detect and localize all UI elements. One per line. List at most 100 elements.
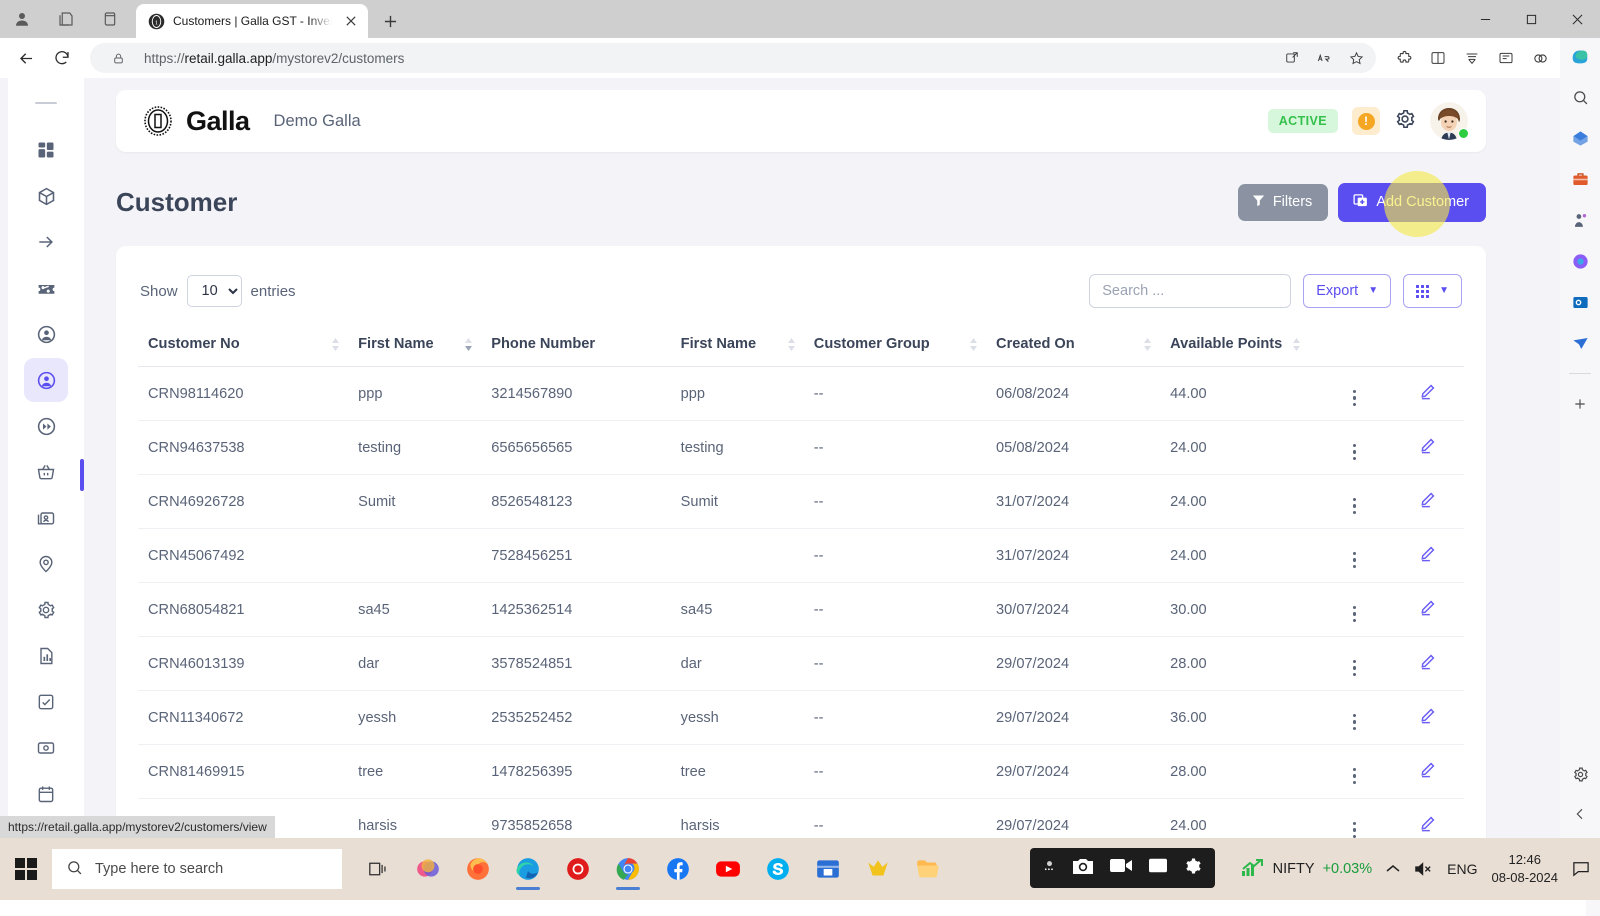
reload-button[interactable] xyxy=(46,42,78,74)
clock[interactable]: 12:46 08-08-2024 xyxy=(1492,851,1559,886)
extensions-icon[interactable] xyxy=(1388,42,1420,74)
sidebar-item-calendar[interactable] xyxy=(24,772,68,816)
screenshot-camera-icon[interactable] xyxy=(1071,856,1095,881)
firefox-icon[interactable] xyxy=(460,847,496,891)
tab-search-icon[interactable] xyxy=(44,0,88,38)
collections-icon[interactable] xyxy=(1456,42,1488,74)
table-row[interactable]: CRN46926728 Sumit 8526548123 Sumit -- 31/07/2… xyxy=(138,474,1464,529)
sidebar-item-fast-forward[interactable] xyxy=(24,404,68,448)
outlook-icon[interactable] xyxy=(1566,288,1594,316)
sidebar-collapse-handle[interactable] xyxy=(35,102,57,104)
edit-pencil-icon[interactable] xyxy=(1418,382,1437,405)
favorite-star-icon[interactable] xyxy=(1342,44,1370,72)
add-sidebar-app-icon[interactable] xyxy=(1566,390,1594,418)
table-row[interactable]: CRN94637538 testing 6565656565 testing -- 05/… xyxy=(138,420,1464,475)
table-row[interactable]: CRN81469915 tree 1478256395 tree -- 29/07/202… xyxy=(138,744,1464,799)
chrome-icon[interactable] xyxy=(610,847,646,891)
column-header-customer-no[interactable]: Customer No xyxy=(138,326,359,367)
edit-pencil-icon[interactable] xyxy=(1418,706,1437,729)
column-header-phone-number[interactable]: Phone Number xyxy=(491,326,681,367)
open-in-app-icon[interactable] xyxy=(1278,44,1306,72)
recorder-settings-small-icon[interactable] xyxy=(1042,858,1057,878)
table-row[interactable]: CRN98114620 ppp 3214567890 ppp -- 06/08/2024 4… xyxy=(138,366,1464,421)
row-menu-icon[interactable] xyxy=(1352,767,1357,784)
site-info-lock-icon[interactable] xyxy=(104,44,132,72)
shopping-icon[interactable] xyxy=(1566,124,1594,152)
page-size-select[interactable]: 10 xyxy=(186,275,242,307)
filters-button[interactable]: Filters xyxy=(1237,183,1329,221)
taskbar-search[interactable]: Type here to search xyxy=(52,849,342,889)
task-view-button[interactable] xyxy=(360,847,396,891)
export-button[interactable]: Export ▼ xyxy=(1303,274,1392,308)
split-screen-icon[interactable] xyxy=(1422,42,1454,74)
window-maximize-button[interactable] xyxy=(1508,0,1554,38)
row-menu-icon[interactable] xyxy=(1352,659,1357,676)
new-tab-button[interactable] xyxy=(374,5,406,37)
copilot-icon[interactable] xyxy=(1566,42,1594,70)
file-explorer-icon[interactable] xyxy=(910,847,946,891)
yellow-app-icon[interactable] xyxy=(860,847,896,891)
window-close-button[interactable] xyxy=(1554,0,1600,38)
table-row[interactable]: CRN46013139 dar 3578524851 dar -- 29/07/2024 2… xyxy=(138,636,1464,691)
sidebar-item-contacts[interactable] xyxy=(24,496,68,540)
show-hidden-icons-button[interactable] xyxy=(1386,864,1400,874)
record-video-icon[interactable] xyxy=(1109,857,1133,879)
youtube-icon[interactable] xyxy=(710,847,746,891)
column-visibility-button[interactable]: ▼ xyxy=(1403,274,1462,308)
table-row[interactable]: CRN68361109harsis9735852658harsis--29/07… xyxy=(138,798,1464,838)
window-minimize-button[interactable] xyxy=(1462,0,1508,38)
column-header-customer-group[interactable]: Customer Group xyxy=(813,326,997,367)
language-indicator[interactable]: ENG xyxy=(1447,861,1477,877)
screen-capture-icon[interactable] xyxy=(1147,857,1169,880)
browser-tab[interactable]: 1 Customers | Galla GST - Inventor xyxy=(136,4,368,38)
sidebar-item-locations[interactable] xyxy=(24,542,68,586)
edit-pencil-icon[interactable] xyxy=(1418,652,1437,675)
edge-taskbar-icon[interactable] xyxy=(510,847,546,891)
edit-pencil-icon[interactable] xyxy=(1418,760,1437,783)
screen-recorder-icon[interactable] xyxy=(560,847,596,891)
column-header-created-on[interactable]: Created On xyxy=(996,326,1171,367)
user-menu-button[interactable] xyxy=(1430,102,1469,140)
row-menu-icon[interactable] xyxy=(1352,551,1357,568)
sidebar-item-discounts[interactable] xyxy=(24,266,68,310)
edit-pencil-icon[interactable] xyxy=(1418,598,1437,621)
skype-icon[interactable] xyxy=(760,847,796,891)
search-input[interactable] xyxy=(1089,274,1292,308)
volume-muted-icon[interactable] xyxy=(1414,861,1433,877)
table-row[interactable]: CRN11340672 yessh 2535252452 yessh -- 29/07/2… xyxy=(138,690,1464,745)
sidebar-settings-icon[interactable] xyxy=(1566,760,1594,788)
row-menu-icon[interactable] xyxy=(1352,821,1357,838)
header-settings-button[interactable] xyxy=(1394,108,1416,135)
row-menu-icon[interactable] xyxy=(1352,497,1357,514)
sidebar-item-reports[interactable] xyxy=(24,634,68,678)
sidebar-item-settings[interactable] xyxy=(24,588,68,632)
copilot-taskbar-icon[interactable] xyxy=(410,847,446,891)
start-button[interactable] xyxy=(0,838,52,900)
sidebar-item-users[interactable] xyxy=(24,312,68,356)
store-icon[interactable] xyxy=(810,847,846,891)
sidebar-item-payments[interactable] xyxy=(24,726,68,770)
drop-icon[interactable] xyxy=(1566,329,1594,357)
row-menu-icon[interactable] xyxy=(1352,389,1357,406)
table-row[interactable]: CRN45067492 7528456251 -- 31/07/2024 24.00 xyxy=(138,528,1464,583)
recorder-settings-icon[interactable] xyxy=(1183,856,1203,881)
facebook-icon[interactable] xyxy=(660,847,696,891)
address-bar[interactable]: https://retail.galla.app/mystorev2/custo… xyxy=(90,43,1376,73)
office-icon[interactable] xyxy=(1566,247,1594,275)
sidebar-item-customers[interactable] xyxy=(24,358,68,402)
notification-center-icon[interactable] xyxy=(1572,861,1590,877)
table-row[interactable]: CRN68054821 sa45 1425362514 sa45 -- 30/07/202… xyxy=(138,582,1464,637)
edit-pencil-icon[interactable] xyxy=(1418,490,1437,513)
shield-shopping-icon[interactable] xyxy=(1524,42,1556,74)
row-menu-icon[interactable] xyxy=(1352,443,1357,460)
sidebar-item-dashboard[interactable] xyxy=(24,128,68,172)
profile-button[interactable] xyxy=(0,0,44,38)
sidebar-item-tasks[interactable] xyxy=(24,680,68,724)
add-customer-button[interactable]: Add Customer xyxy=(1338,182,1486,222)
column-header-first-name[interactable]: First Name xyxy=(358,326,492,367)
tools-icon[interactable] xyxy=(1566,165,1594,193)
vertical-tabs-icon[interactable] xyxy=(88,0,132,38)
sidebar-item-pos[interactable] xyxy=(24,450,68,494)
tab-close-icon[interactable] xyxy=(340,10,362,32)
row-menu-icon[interactable] xyxy=(1352,713,1357,730)
